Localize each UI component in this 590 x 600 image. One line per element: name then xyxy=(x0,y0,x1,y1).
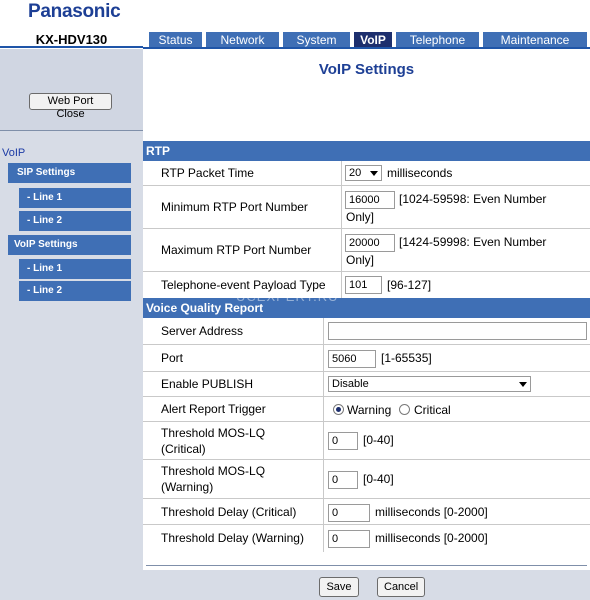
chevron-down-icon xyxy=(370,171,378,176)
mos-critical-hint: [0-40] xyxy=(363,433,394,447)
main-tabs: Status Network System VoIP Telephone Mai… xyxy=(149,32,590,48)
min-rtp-port-label: Minimum RTP Port Number xyxy=(161,200,308,214)
mos-critical-label-cont: (Critical) xyxy=(161,442,206,456)
mos-warning-label-cont: (Warning) xyxy=(161,480,214,494)
delay-critical-row: Threshold Delay (Critical) 0 millisecond… xyxy=(143,499,590,525)
column-divider xyxy=(323,460,324,498)
model-name: KX-HDV130 xyxy=(0,31,143,48)
rtp-packet-time-row: RTP Packet Time 20 milliseconds xyxy=(143,161,590,186)
min-rtp-port-row: Minimum RTP Port Number 16000 [1024-5959… xyxy=(143,186,590,229)
tab-maintenance[interactable]: Maintenance xyxy=(483,32,587,48)
payload-type-row: Telephone-event Payload Type 101 [96-127… xyxy=(143,272,590,298)
radio-critical-label: Critical xyxy=(414,403,451,417)
enable-publish-label: Enable PUBLISH xyxy=(161,377,254,391)
web-port-close-button[interactable]: Web Port Close xyxy=(29,93,112,120)
sidebar-top-panel: Web Port Close xyxy=(0,49,143,131)
min-rtp-port-hint: [1024-59598: Even Number xyxy=(399,192,547,206)
sidebar-section-voip[interactable]: VoIP xyxy=(2,147,25,159)
vqr-port-input[interactable]: 5060 xyxy=(328,350,376,368)
delay-critical-input[interactable]: 0 xyxy=(328,504,370,522)
delay-warning-hint: milliseconds [0-2000] xyxy=(375,531,488,545)
chevron-down-icon xyxy=(519,382,527,387)
payload-type-input[interactable]: 101 xyxy=(345,276,382,294)
rtp-packet-time-label: RTP Packet Time xyxy=(161,166,254,180)
column-divider xyxy=(323,525,324,552)
tab-network[interactable]: Network xyxy=(206,32,279,48)
payload-type-hint: [96-127] xyxy=(387,278,432,292)
watermark: UCEXPERT.RU xyxy=(236,289,339,304)
page-title: VoIP Settings xyxy=(318,61,415,78)
rtp-packet-time-select[interactable]: 20 xyxy=(345,165,382,181)
mos-warning-input[interactable]: 0 xyxy=(328,471,358,489)
tab-voip[interactable]: VoIP xyxy=(354,32,392,48)
mos-critical-label: Threshold MOS-LQ xyxy=(161,426,266,440)
min-rtp-port-input[interactable]: 16000 xyxy=(345,191,395,209)
vqr-port-label: Port xyxy=(161,351,184,365)
sidebar-item-voip-settings[interactable]: VoIP Settings xyxy=(8,235,131,255)
max-rtp-port-hint-cont: Only] xyxy=(346,253,375,267)
column-divider xyxy=(341,161,342,185)
sidebar-item-sip-line-2[interactable]: - Line 2 xyxy=(19,211,131,231)
delay-critical-hint: milliseconds [0-2000] xyxy=(375,505,488,519)
rtp-section-header: RTP xyxy=(143,141,590,161)
mos-critical-input[interactable]: 0 xyxy=(328,432,358,450)
delay-warning-row: Threshold Delay (Warning) 0 milliseconds… xyxy=(143,525,590,552)
cancel-button[interactable]: Cancel xyxy=(377,577,425,597)
column-divider xyxy=(323,345,324,371)
main-content: VoIP Settings RTP RTP Packet Time 20 mil… xyxy=(143,49,590,600)
delay-warning-label: Threshold Delay (Warning) xyxy=(161,531,304,545)
sidebar-item-sip-line-1[interactable]: - Line 1 xyxy=(19,188,131,208)
vqr-section-header: Voice Quality Report xyxy=(143,298,590,318)
mos-critical-row: Threshold MOS-LQ (Critical) 0 [0-40] xyxy=(143,422,590,460)
column-divider xyxy=(323,397,324,421)
vqr-port-row: Port 5060 [1-65535] xyxy=(143,345,590,372)
server-address-input[interactable] xyxy=(328,322,587,340)
footer-divider xyxy=(146,565,587,566)
column-divider xyxy=(323,318,324,344)
radio-critical[interactable] xyxy=(399,404,410,415)
rtp-packet-time-unit: milliseconds xyxy=(387,166,453,180)
mos-warning-label: Threshold MOS-LQ xyxy=(161,464,266,478)
column-divider xyxy=(323,422,324,459)
delay-critical-label: Threshold Delay (Critical) xyxy=(161,505,297,519)
mos-warning-hint: [0-40] xyxy=(363,472,394,486)
sidebar-item-sip-settings[interactable]: SIP Settings xyxy=(8,163,131,183)
server-address-label: Server Address xyxy=(161,324,244,338)
column-divider xyxy=(341,229,342,271)
mos-warning-row: Threshold MOS-LQ (Warning) 0 [0-40] xyxy=(143,460,590,499)
column-divider xyxy=(341,186,342,228)
max-rtp-port-row: Maximum RTP Port Number 20000 [1424-5999… xyxy=(143,229,590,272)
brand-logo: Panasonic xyxy=(28,1,121,22)
save-button[interactable]: Save xyxy=(319,577,359,597)
sidebar: Web Port Close VoIP SIP Settings - Line … xyxy=(0,49,143,600)
tab-telephone[interactable]: Telephone xyxy=(396,32,479,48)
enable-publish-select[interactable]: Disable xyxy=(328,376,531,392)
alert-trigger-label: Alert Report Trigger xyxy=(161,402,266,416)
min-rtp-port-hint-cont: Only] xyxy=(346,210,375,224)
max-rtp-port-input[interactable]: 20000 xyxy=(345,234,395,252)
delay-warning-input[interactable]: 0 xyxy=(328,530,370,548)
column-divider xyxy=(323,499,324,524)
sidebar-item-voip-line-1[interactable]: - Line 1 xyxy=(19,259,131,279)
server-address-row: Server Address xyxy=(143,318,590,345)
enable-publish-row: Enable PUBLISH Disable xyxy=(143,372,590,397)
column-divider xyxy=(323,372,324,396)
tab-system[interactable]: System xyxy=(283,32,350,48)
footer-bar: Save Cancel xyxy=(143,570,590,600)
max-rtp-port-label: Maximum RTP Port Number xyxy=(161,243,312,257)
radio-warning-label: Warning xyxy=(347,403,392,417)
max-rtp-port-hint: [1424-59998: Even Number xyxy=(399,235,547,249)
column-divider xyxy=(341,272,342,298)
vqr-port-hint: [1-65535] xyxy=(381,351,432,365)
tab-status[interactable]: Status xyxy=(149,32,202,48)
radio-warning[interactable] xyxy=(333,404,344,415)
alert-trigger-row: Alert Report Trigger Warning Critical xyxy=(143,397,590,422)
sidebar-item-voip-line-2[interactable]: - Line 2 xyxy=(19,281,131,301)
